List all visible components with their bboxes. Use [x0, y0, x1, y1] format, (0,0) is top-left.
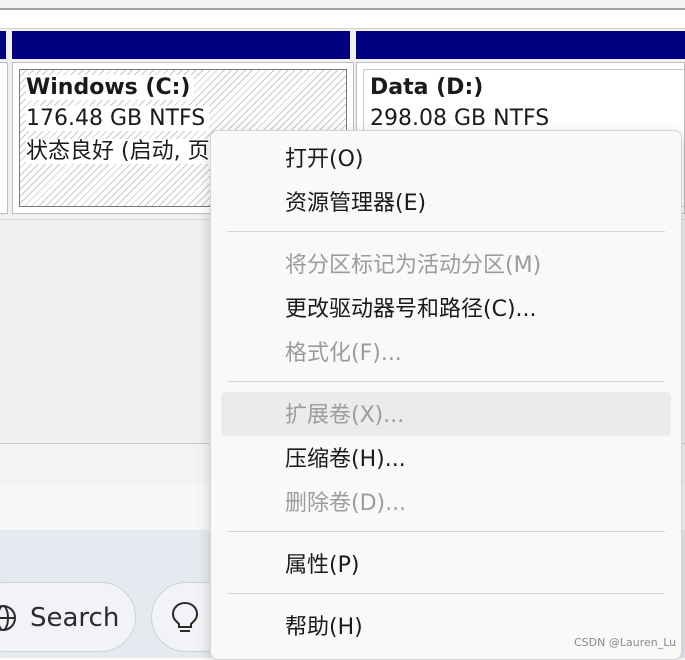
partition-c-title: Windows (C:): [26, 75, 195, 100]
menu-item-explorer[interactable]: 资源管理器(E): [285, 189, 426, 219]
menu-item-extend-volume: 扩展卷(X)...: [285, 403, 405, 428]
partition-bar-small: [0, 31, 6, 59]
volume-list-bottom: [0, 10, 685, 29]
partition-c-status: 状态良好 (启动, 页: [26, 139, 214, 164]
top-border: [0, 0, 685, 10]
menu-separator: [227, 381, 665, 382]
partition-bar-c: [12, 31, 350, 59]
menu-item-properties[interactable]: 属性(P): [285, 551, 359, 581]
menu-item-delete-volume: 删除卷(D)...: [285, 491, 407, 516]
menu-separator: [227, 593, 665, 594]
menu-item-shrink-volume[interactable]: 压缩卷(H)...: [285, 445, 406, 475]
partition-d-title: Data (D:): [370, 75, 484, 100]
menu-item-mark-active: 将分区标记为活动分区(M): [285, 253, 542, 278]
watermark: CSDN @Lauren_Lu: [574, 636, 677, 649]
taskbar-search-label: Search: [30, 603, 120, 633]
partition-small[interactable]: [0, 62, 8, 214]
lightbulb-icon: [171, 601, 199, 632]
globe-search-icon: [0, 605, 16, 631]
menu-item-help[interactable]: 帮助(H): [285, 613, 363, 643]
partition-context-menu: 打开(O) 资源管理器(E) 将分区标记为活动分区(M) 更改驱动器号和路径(C…: [210, 130, 682, 660]
menu-item-format: 格式化(F)...: [285, 341, 402, 366]
partition-c-size: 176.48 GB NTFS: [26, 106, 210, 131]
menu-separator: [227, 531, 665, 532]
menu-item-open[interactable]: 打开(O): [285, 145, 363, 175]
partition-bar-d: [356, 31, 685, 59]
menu-separator: [227, 231, 665, 232]
menu-item-change-drive-letter[interactable]: 更改驱动器号和路径(C)...: [285, 295, 537, 325]
